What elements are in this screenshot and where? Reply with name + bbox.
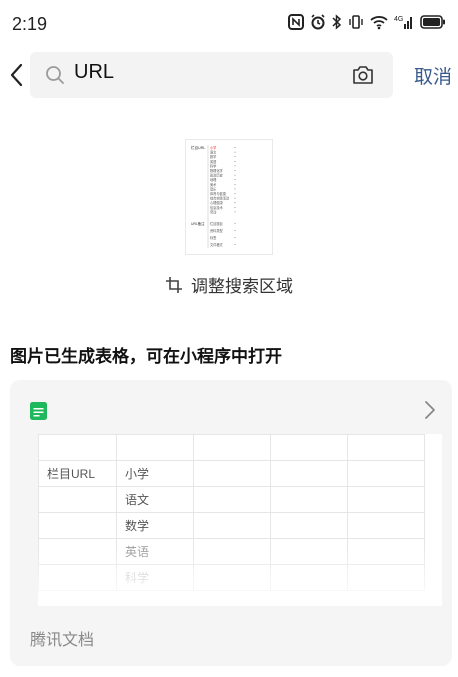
captured-image-thumbnail[interactable]: 栏目URL 小学 语文 数学 英语 科学 物理化学 政治历史 地理 美术 音乐 体育与健康 综合实践活动…	[186, 140, 272, 254]
table-cell	[347, 512, 425, 539]
battery-icon	[420, 15, 445, 29]
search-icon	[46, 66, 64, 84]
table-cell	[347, 460, 425, 487]
thumbnail-header-label: 栏目URL	[191, 145, 205, 150]
thumbnail-item: 语文	[210, 150, 217, 155]
thumbnail-item: 地理	[210, 177, 217, 182]
table-cell	[193, 512, 271, 539]
status-time: 2:19	[12, 14, 48, 34]
thumbnail-item: 体育与健康	[210, 191, 227, 196]
thumbnail-item: 数学	[210, 154, 216, 159]
cancel-button[interactable]: 取消	[414, 62, 452, 89]
signal-icon: 4G	[394, 16, 412, 29]
table-cell	[270, 486, 348, 513]
thumbnail-item: 综合实践活动	[210, 196, 229, 201]
table-cell: 数学	[116, 512, 194, 539]
search-query[interactable]: URL	[74, 61, 114, 84]
status-icons: 4G	[288, 14, 446, 30]
thumbnail-item: 科学	[210, 163, 216, 168]
table-row: 数学	[38, 512, 425, 539]
thumbnail-footer-item: 栏目题目	[210, 221, 223, 226]
table-row: 语文	[38, 486, 425, 513]
table-result-card[interactable]: 栏目URL小学语文数学英语科学 腾讯文档	[10, 380, 452, 666]
table-cell: 小学	[116, 460, 194, 487]
svg-text:4G: 4G	[394, 16, 403, 23]
thumbnail-footer-item: 标签	[210, 235, 217, 240]
table-cell: 语文	[116, 486, 194, 513]
adjust-label: 调整搜索区域	[191, 277, 293, 296]
status-bar: 2:19 4G	[0, 0, 458, 48]
chevron-right-icon[interactable]	[424, 400, 436, 420]
adjust-search-area[interactable]: 调整搜索区域	[0, 272, 458, 302]
thumbnail-item: 物理化学	[210, 168, 223, 173]
table-cell	[347, 434, 425, 461]
table-cell	[270, 512, 348, 539]
thumbnail-item: 美术	[210, 182, 217, 187]
table-cell	[347, 486, 425, 513]
table-cell	[116, 434, 194, 461]
table-cell	[38, 434, 117, 461]
alarm-icon	[311, 14, 325, 30]
thumbnail-footer-item: 资料类型	[210, 228, 224, 233]
back-arrow-icon[interactable]	[6, 60, 28, 90]
thumbnail-item: 心理健康	[210, 200, 224, 205]
table-cell	[38, 512, 117, 539]
section-title: 图片已生成表格，可在小程序中打开	[10, 347, 282, 366]
thumbnail-item: 政治历史	[210, 173, 224, 178]
thumbnail-item: 音乐	[210, 186, 217, 191]
tencent-docs-sheet-icon	[30, 402, 47, 420]
fade-overlay	[38, 546, 442, 606]
table-cell: 栏目URL	[38, 460, 117, 487]
table-preview: 栏目URL小学语文数学英语科学	[38, 434, 442, 606]
crop-icon	[166, 276, 182, 293]
table-cell	[193, 486, 271, 513]
thumbnail-item: 劳动	[210, 209, 216, 214]
nfc-icon	[288, 14, 304, 30]
bluetooth-icon	[332, 14, 342, 30]
thumbnail-content: 栏目URL 小学语文数学英语科学物理化学政治历史地理美术音乐体育与健康综合实践活动…	[191, 145, 236, 248]
table-row	[38, 434, 425, 461]
table-cell	[193, 434, 271, 461]
table-row: 栏目URL 小学	[38, 460, 425, 487]
wifi-icon	[370, 16, 388, 30]
table-cell	[193, 460, 271, 487]
vibrate-icon	[349, 15, 363, 29]
source-label: 腾讯文档	[30, 632, 95, 649]
thumbnail-item: 信息技术	[210, 205, 224, 210]
thumbnail-item: 小学	[210, 145, 216, 150]
search-row: URL 取消	[0, 52, 458, 98]
camera-icon[interactable]	[351, 63, 375, 87]
table-cell	[270, 460, 348, 487]
search-input[interactable]: URL	[30, 52, 393, 98]
thumbnail-footer-item: 文件格式	[210, 242, 224, 247]
table-cell	[270, 434, 348, 461]
table-cell	[38, 486, 117, 513]
thumbnail-item: 英语	[210, 159, 217, 164]
thumbnail-footer-label: URL备注	[191, 221, 205, 226]
